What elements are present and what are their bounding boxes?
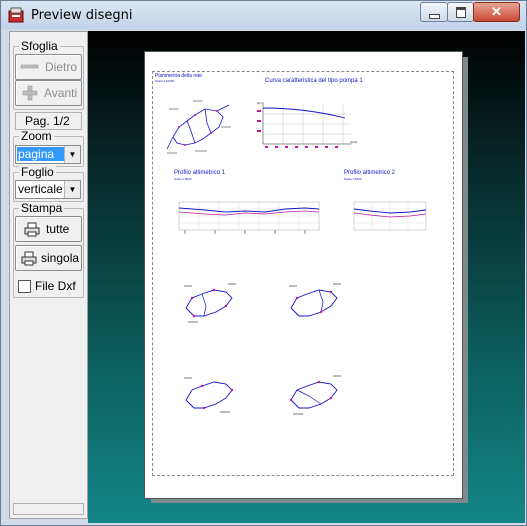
printer-icon	[24, 222, 40, 236]
window-title: Preview disegni	[31, 8, 133, 23]
profile1-chart	[178, 201, 320, 234]
print-single-label: singola	[41, 251, 80, 265]
network-thumbnail	[184, 377, 234, 413]
pump-curve-title: Curva caratteristica del tipo pompa 1	[265, 78, 363, 84]
title-bar[interactable]: Preview disegni ✕	[1, 1, 526, 29]
planimetria-scale: Scala 1:10000	[155, 79, 175, 83]
page-indicator-box: Pag. 1/2	[15, 112, 82, 130]
maximize-icon	[456, 7, 466, 18]
foglio-value: verticale	[18, 182, 63, 196]
foglio-label: Foglio	[19, 165, 56, 179]
maximize-button[interactable]	[447, 2, 474, 22]
close-button[interactable]: ✕	[473, 2, 520, 22]
profile2-chart	[353, 201, 427, 231]
minimize-button[interactable]	[420, 2, 448, 22]
chevron-down-icon[interactable]: ▼	[64, 181, 80, 198]
close-icon: ✕	[491, 4, 502, 19]
zoom-label: Zoom	[19, 129, 54, 143]
profile1-title: Profilo altimetrico 1	[174, 170, 226, 176]
forward-button[interactable]: Avanti	[15, 80, 82, 106]
zoom-select[interactable]: pagina ▼	[15, 145, 81, 164]
page-indicator: Pag. 1/2	[25, 114, 70, 128]
back-icon	[20, 64, 39, 69]
network-thumbnail	[289, 375, 341, 415]
network-map	[166, 100, 231, 154]
pump-curve-chart	[257, 104, 351, 148]
forward-label: Avanti	[44, 86, 78, 100]
zoom-value: pagina	[18, 147, 55, 161]
checkbox-box[interactable]	[18, 280, 31, 293]
profile1-scale: Scala 1:5000	[174, 177, 192, 181]
app-icon	[8, 7, 24, 23]
profile2-title: Profilo altimetrico 2	[344, 170, 396, 176]
profile2-scale: Scala 1:5000	[344, 177, 362, 181]
control-panel: Sfoglia Dietro Avanti Pag. 1/2 Zoom pagi…	[9, 31, 88, 519]
back-button[interactable]: Dietro	[15, 54, 82, 80]
network-thumbnail	[184, 283, 236, 323]
pump-axis-q: Q(l/s)	[350, 140, 358, 144]
status-strip	[13, 503, 84, 515]
forward-icon	[22, 85, 38, 101]
back-label: Dietro	[45, 60, 78, 74]
network-thumbnail	[289, 283, 341, 317]
minimize-icon	[429, 14, 440, 19]
print-single-button[interactable]: singola	[15, 245, 82, 271]
pump-axis-h: H(m)	[257, 101, 264, 105]
printer-icon	[21, 251, 37, 265]
file-dxf-checkbox[interactable]: File Dxf	[18, 279, 80, 293]
drawing-page: Planimetria della rete Scala 1:10000 Cur…	[144, 51, 463, 499]
print-all-button[interactable]: tutte	[15, 216, 82, 242]
sfoglia-label: Sfoglia	[19, 39, 60, 53]
app-window: Preview disegni ✕ Sfoglia Dietro Avanti …	[0, 0, 527, 526]
file-dxf-label: File Dxf	[35, 279, 76, 293]
foglio-select[interactable]: verticale ▼	[15, 180, 81, 199]
chevron-down-icon[interactable]: ▼	[64, 146, 80, 163]
stampa-label: Stampa	[19, 201, 65, 215]
print-all-label: tutte	[46, 222, 70, 236]
